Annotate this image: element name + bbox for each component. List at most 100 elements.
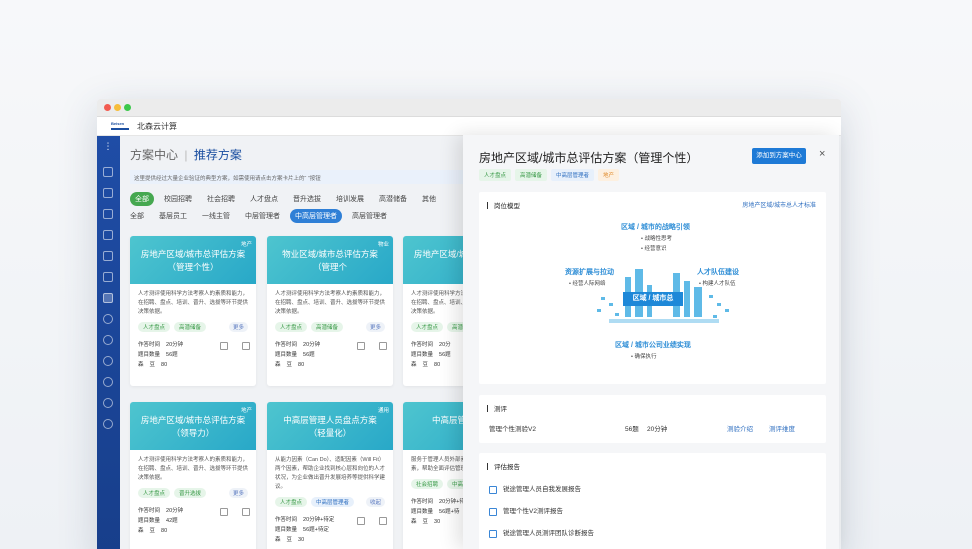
preview-icon[interactable] — [220, 342, 228, 350]
diamond-icon[interactable] — [103, 356, 113, 366]
section-heading: 评估报告 — [479, 453, 826, 479]
section-heading: 测评 — [479, 395, 826, 421]
card-title: 房地产区域/城市总评估方案（领导力） — [140, 415, 246, 438]
breadcrumb-root[interactable]: 方案中心 — [130, 148, 178, 162]
card-tags: 人才盘点 高潜储备 更多 — [267, 317, 393, 332]
document-icon[interactable] — [103, 293, 113, 303]
plan-card[interactable]: 物业 物业区域/城市总评估方案（管理个 人才测评使用科学方法考察人的素质和能力，在招… — [267, 236, 393, 386]
card-more-button[interactable]: 更多 — [365, 322, 385, 332]
scenario-filter: 全部 校园招聘 社会招聘 人才盘点 晋升选拔 培训发展 高潜储备 其他 — [130, 192, 446, 206]
filter-scenario[interactable]: 社会招聘 — [202, 192, 240, 206]
monitor-icon[interactable] — [103, 188, 113, 198]
card-tags: 人才盘点 晋升选拔 更多 — [130, 483, 256, 498]
card-tags: 人才盘点 中高层管理者 收起 — [267, 492, 393, 507]
card-tag: 晋升选拔 — [174, 488, 207, 498]
card-more-button[interactable]: 更多 — [228, 488, 248, 498]
card-description: 人才测评使用科学方法考察人的素质和能力，在招聘、盘点、培训、晋升、选拔等环节提供… — [275, 291, 386, 315]
test-time: 20分钟 — [647, 426, 668, 433]
breadcrumb: 方案中心 | 推荐方案 — [130, 148, 242, 162]
filter-level[interactable]: 基层员工 — [154, 209, 192, 223]
page-title: 推荐方案 — [193, 148, 242, 162]
diamond-icon[interactable] — [103, 377, 113, 387]
panel-title: 房地产区域/城市总评估方案（管理个性） — [479, 151, 699, 165]
card-meta: 作答时间 20分钟 题目数量 56题森豆 80 — [130, 332, 256, 370]
test-intro-link[interactable]: 测验介绍 — [727, 421, 753, 439]
add-icon[interactable] — [379, 517, 387, 525]
report-item[interactable]: 锐途管理人员自我发展报告 — [479, 479, 826, 501]
report-item[interactable]: 锐途管理人员测评团队诊断报告 — [479, 523, 826, 545]
filter-scenario[interactable]: 人才盘点 — [245, 192, 283, 206]
card-meta: 作答时间 20分钟+待定 题目数量 56题+待定森豆 30 — [267, 507, 393, 545]
list-icon[interactable] — [103, 230, 113, 240]
panel-tag: 中高层管理者 — [551, 169, 595, 181]
window-titlebar — [97, 99, 841, 117]
card-header: 地产 房地产区域/城市总评估方案（管理个性） — [130, 236, 256, 284]
close-window-button[interactable] — [104, 104, 111, 111]
test-name: 管理个性测验V2 — [489, 426, 536, 433]
filter-scenario[interactable]: 晋升选拔 — [288, 192, 326, 206]
card-meta: 作答时间 20分钟 题目数量 42题森豆 80 — [130, 498, 256, 536]
user-icon[interactable] — [103, 272, 113, 282]
minimize-window-button[interactable] — [114, 104, 121, 111]
menu-icon[interactable]: ⋮ — [103, 142, 113, 152]
model-bottom-label: 区域 / 城市公司业绩实现 — [615, 342, 691, 349]
card-more-button[interactable]: 收起 — [365, 497, 385, 507]
filter-level[interactable]: 一线主管 — [197, 209, 235, 223]
diamond-icon[interactable] — [103, 419, 113, 429]
add-icon[interactable] — [379, 342, 387, 350]
filter-scenario[interactable]: 其他 — [417, 192, 441, 206]
add-icon[interactable] — [242, 342, 250, 350]
plan-card[interactable]: 地产 房地产区域/城市总评估方案（领导力） 人才测评使用科学方法考察人的素质和能力，… — [130, 402, 256, 549]
plan-card[interactable]: 通用 中高层管理人员盘点方案（轻量化） 从能力因素（Can Do）、适配因素（Wil… — [267, 402, 393, 549]
diamond-icon[interactable] — [103, 335, 113, 345]
diamond-icon[interactable] — [103, 398, 113, 408]
filter-level[interactable]: 高层管理者 — [347, 209, 392, 223]
app-header: Beisen 北森云计算 — [97, 117, 841, 136]
preview-icon[interactable] — [357, 517, 365, 525]
panel-tags: 人才盘点 高潜储备 中高层管理者 地产 — [479, 169, 623, 181]
preview-icon[interactable] — [357, 342, 365, 350]
talent-standard-link[interactable]: 房地产区域/城市总人才标准 — [742, 200, 816, 209]
report-item[interactable]: 管理个性V2测评报告 — [479, 501, 826, 523]
add-icon[interactable] — [242, 508, 250, 516]
filter-level[interactable]: 中层管理者 — [240, 209, 285, 223]
card-more-button[interactable]: 更多 — [228, 322, 248, 332]
card-tag: 人才盘点 — [275, 322, 308, 332]
sidebar: ⋮ — [97, 136, 120, 549]
test-section: 测评 管理个性测验V2 56题 20分钟 测验介绍 测评维度 — [479, 395, 826, 443]
app-logo: Beisen — [111, 121, 129, 130]
panel-tag: 地产 — [598, 169, 620, 181]
card-tag: 社会招聘 — [411, 479, 444, 489]
maximize-window-button[interactable] — [124, 104, 131, 111]
add-to-plan-center-button[interactable]: 添加到方案中心 — [752, 148, 806, 164]
card-tag: 高潜储备 — [174, 322, 207, 332]
app-name: 北森云计算 — [137, 122, 177, 131]
job-model-diagram: 区域 / 城市的战略引领 • 战略性思考 • 经营意识 资源扩展与拉动 • 经营… — [559, 222, 749, 372]
preview-icon[interactable] — [220, 508, 228, 516]
card-header: 通用 中高层管理人员盘点方案（轻量化） — [267, 402, 393, 450]
card-tag: 中高层管理者 — [311, 497, 355, 507]
card-industry-tag: 地产 — [240, 408, 252, 414]
close-icon[interactable]: × — [819, 148, 825, 160]
card-title: 中高层管理人员盘点方案（轻量化） — [283, 415, 377, 438]
panel-tag: 高潜储备 — [515, 169, 548, 181]
filter-scenario[interactable]: 培训发展 — [331, 192, 369, 206]
plan-card[interactable]: 地产 房地产区域/城市总评估方案（管理个性） 人才测评使用科学方法考察人的素质和能力… — [130, 236, 256, 386]
filter-scenario[interactable]: 校园招聘 — [159, 192, 197, 206]
report-file-icon — [489, 508, 497, 516]
model-center-label: 区域 / 城市总 — [623, 292, 683, 306]
chat-icon[interactable] — [103, 209, 113, 219]
filter-level[interactable]: 全部 — [130, 209, 149, 223]
card-industry-tag: 通用 — [377, 408, 389, 414]
home-icon[interactable] — [103, 167, 113, 177]
filter-scenario[interactable]: 高潜储备 — [374, 192, 412, 206]
model-top-item: • 经营意识 — [641, 246, 667, 252]
diamond-icon[interactable] — [103, 314, 113, 324]
test-dimensions-link[interactable]: 测评维度 — [769, 421, 795, 439]
card-header: 地产 房地产区域/城市总评估方案（领导力） — [130, 402, 256, 450]
filter-scenario-all[interactable]: 全部 — [130, 192, 154, 206]
filter-level-selected[interactable]: 中高层管理者 — [290, 209, 342, 223]
cloud-icon[interactable] — [103, 251, 113, 261]
model-bottom-item: • 确保执行 — [631, 354, 657, 360]
report-file-icon — [489, 486, 497, 494]
